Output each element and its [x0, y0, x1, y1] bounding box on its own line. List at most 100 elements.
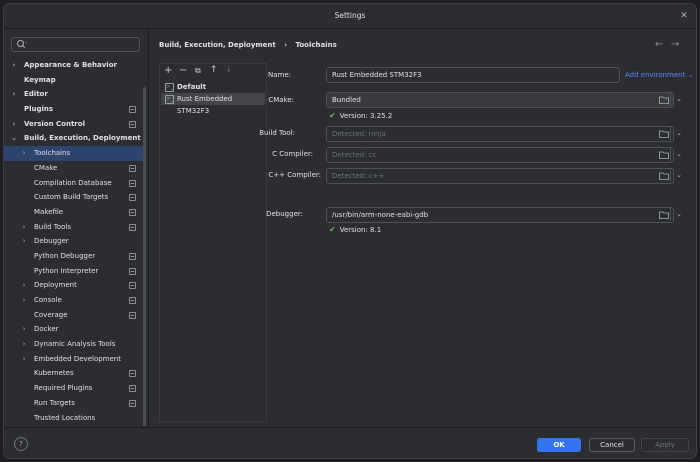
sidebar-item-deployment[interactable]: › Deployment: [4, 278, 144, 293]
sidebar-item-keymap[interactable]: Keymap: [4, 73, 144, 88]
move-down-icon[interactable]: ↓: [225, 65, 233, 75]
sidebar-item-compilation-database[interactable]: Compilation Database: [4, 176, 144, 191]
chevron-right-icon[interactable]: ›: [20, 146, 28, 161]
sidebar-item-build-execution-deployment[interactable]: ⌄ Build, Execution, Deployment: [4, 131, 144, 146]
sidebar-item-kubernetes[interactable]: Kubernetes: [4, 366, 144, 381]
sidebar-item-label: Dynamic Analysis Tools: [34, 340, 116, 349]
check-icon: ✔: [329, 225, 336, 234]
sidebar-item-trusted-locations[interactable]: Trusted Locations: [4, 411, 144, 426]
forward-arrow-icon[interactable]: →: [671, 39, 679, 50]
cpp-compiler-dropdown-chevron-icon[interactable]: ⌄: [675, 171, 683, 179]
folder-icon[interactable]: [659, 96, 669, 104]
sidebar-item-cmake[interactable]: CMake: [4, 161, 144, 176]
remove-icon[interactable]: −: [179, 65, 187, 76]
debugger-dropdown-chevron-icon[interactable]: ⌄: [675, 210, 683, 218]
project-settings-icon: [129, 120, 136, 128]
chevron-right-icon[interactable]: ›: [20, 278, 28, 293]
chevron-right-icon[interactable]: ›: [20, 220, 28, 235]
project-settings-icon: [129, 208, 136, 216]
sidebar-item-coverage[interactable]: Coverage: [4, 308, 144, 323]
search-box[interactable]: [11, 37, 140, 52]
breadcrumb: Build, Execution, Deployment › Toolchain…: [159, 41, 343, 49]
settings-tree: › Appearance & Behavior Keymap › Editor Plugi…: [4, 58, 144, 425]
c-compiler-field[interactable]: Detected: cc: [326, 147, 674, 163]
sidebar-item-makefile[interactable]: Makefile: [4, 205, 144, 220]
folder-icon[interactable]: [659, 130, 669, 138]
project-settings-icon: [129, 252, 136, 260]
debugger-version-status: ✔ Version: 8.1: [329, 225, 382, 234]
build-tool-dropdown-chevron-icon[interactable]: ⌄: [675, 129, 683, 137]
sidebar-item-run-targets[interactable]: Run Targets: [4, 396, 144, 411]
chevron-right-icon[interactable]: ›: [20, 352, 28, 367]
sidebar-item-label: CMake: [34, 163, 58, 172]
title-bar: Settings ✕: [4, 4, 696, 29]
project-settings-icon: [129, 223, 136, 231]
search-icon: [17, 40, 27, 49]
sidebar-item-python-interpreter[interactable]: Python Interpreter: [4, 264, 144, 279]
sidebar-item-toolchains[interactable]: › Toolchains: [4, 146, 144, 161]
sidebar-item-console[interactable]: › Console: [4, 293, 144, 308]
breadcrumb-separator: ›: [284, 41, 288, 49]
sidebar-item-version-control[interactable]: › Version Control: [4, 117, 144, 132]
move-up-icon[interactable]: ↑: [210, 65, 218, 75]
cmake-field[interactable]: Bundled: [326, 92, 674, 108]
sidebar-item-build-tools[interactable]: › Build Tools: [4, 220, 144, 235]
sidebar-scrollbar[interactable]: [143, 87, 146, 426]
sidebar-item-label: Debugger: [34, 237, 69, 246]
chevron-right-icon[interactable]: ›: [20, 322, 28, 337]
chevron-right-icon[interactable]: ›: [10, 87, 18, 102]
sidebar-item-label: Makefile: [34, 207, 64, 216]
sidebar-item-custom-build-targets[interactable]: Custom Build Targets: [4, 190, 144, 205]
sidebar-item-label: Deployment: [34, 281, 77, 290]
sidebar-item-docker[interactable]: › Docker: [4, 322, 144, 337]
debugger-field[interactable]: /usr/bin/arm-none-eabi-gdb: [326, 207, 674, 223]
sidebar-item-label: Run Targets: [34, 398, 75, 407]
toolchain-list-panel: + − ⧉ ↑ ↓ >_ Default >_ Rust Embedded ST…: [159, 63, 267, 422]
chevron-right-icon[interactable]: ›: [10, 117, 18, 132]
sidebar-item-appearance-behavior[interactable]: › Appearance & Behavior: [4, 58, 144, 73]
sidebar-item-required-plugins[interactable]: Required Plugins: [4, 381, 144, 396]
chevron-right-icon[interactable]: ›: [20, 234, 28, 249]
dropdown-divider: [670, 168, 671, 182]
ok-button[interactable]: OK: [537, 438, 581, 452]
cancel-button[interactable]: Cancel: [589, 438, 635, 452]
name-label: Name:: [267, 71, 291, 79]
build-tool-field[interactable]: Detected: ninja: [326, 126, 674, 142]
sidebar-item-embedded-development[interactable]: › Embedded Development: [4, 352, 144, 367]
help-icon[interactable]: ?: [14, 437, 28, 451]
chevron-right-icon[interactable]: ›: [20, 293, 28, 308]
sidebar-item-label: Appearance & Behavior: [24, 61, 117, 69]
chevron-down-icon: ⌄: [687, 71, 694, 79]
add-icon[interactable]: +: [164, 65, 172, 76]
copy-icon[interactable]: ⧉: [195, 66, 201, 76]
cmake-dropdown-chevron-icon[interactable]: ⌄: [675, 95, 683, 103]
chevron-down-icon[interactable]: ⌄: [10, 131, 18, 146]
back-arrow-icon[interactable]: ←: [655, 39, 663, 50]
sidebar-item-debugger[interactable]: › Debugger: [4, 234, 144, 249]
c-compiler-label: C Compiler:: [272, 150, 313, 158]
sidebar-item-python-debugger[interactable]: Python Debugger: [4, 249, 144, 264]
name-field[interactable]: Rust Embedded STM32F3: [326, 67, 620, 83]
cpp-compiler-label: C++ Compiler:: [268, 171, 321, 179]
sidebar-item-editor[interactable]: › Editor: [4, 87, 144, 102]
chevron-right-icon[interactable]: ›: [20, 337, 28, 352]
folder-icon[interactable]: [659, 172, 669, 180]
sidebar-item-dynamic-analysis-tools[interactable]: › Dynamic Analysis Tools: [4, 337, 144, 352]
sidebar-item-plugins[interactable]: Plugins: [4, 102, 144, 117]
close-icon[interactable]: ✕: [678, 10, 690, 22]
add-environment-link[interactable]: Add environment ⌄: [625, 71, 693, 79]
chevron-right-icon[interactable]: ›: [10, 58, 18, 73]
project-settings-icon: [129, 311, 136, 319]
dropdown-divider: [670, 92, 671, 106]
sidebar-item-label: Console: [34, 296, 62, 304]
toolchain-item-default[interactable]: >_ Default: [161, 81, 265, 93]
folder-icon[interactable]: [659, 151, 669, 159]
search-input[interactable]: [30, 38, 130, 51]
c-compiler-dropdown-chevron-icon[interactable]: ⌄: [675, 150, 683, 158]
dropdown-divider: [670, 126, 671, 140]
cpp-compiler-field[interactable]: Detected: c++: [326, 168, 674, 184]
breadcrumb-parent[interactable]: Build, Execution, Deployment: [159, 41, 276, 49]
build-tool-label: Build Tool:: [259, 129, 295, 137]
apply-button[interactable]: Apply: [641, 438, 689, 452]
folder-icon[interactable]: [659, 211, 669, 219]
